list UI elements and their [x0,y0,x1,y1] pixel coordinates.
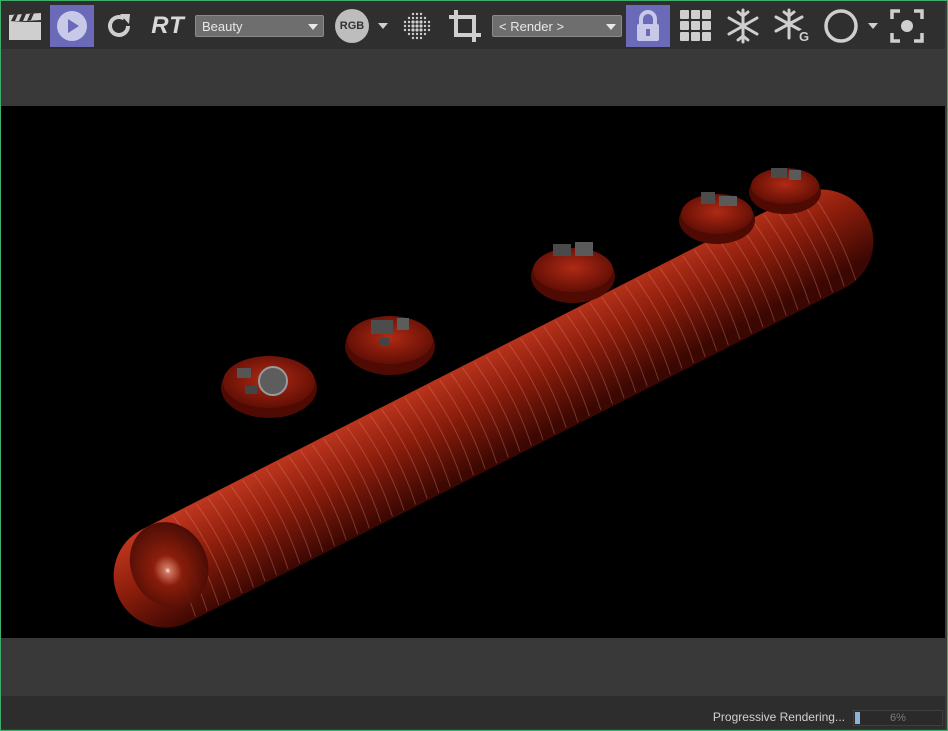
lock-icon[interactable] [626,5,670,47]
svg-text:G: G [799,29,809,44]
status-text: Progressive Rendering... [712,710,845,724]
pod-4 [679,192,755,244]
circle-icon[interactable] [821,5,861,47]
dot-grid-icon[interactable] [399,5,435,47]
pod-5 [749,168,821,214]
top-padding-band [1,49,945,106]
chevron-down-icon [378,23,388,29]
render-viewport[interactable] [1,106,945,638]
clapperboard-icon[interactable] [6,5,44,47]
chevron-down-icon [868,23,878,29]
render-progress-bar: 6% [853,710,943,726]
rgb-icon[interactable]: RGB [334,5,370,47]
refresh-icon[interactable] [101,5,137,47]
play-icon[interactable] [50,5,94,47]
render-dropdown-value: < Render > [499,19,565,34]
rendered-image [113,168,874,628]
snowflake-icon[interactable] [723,5,763,47]
channel-badge: RGB [335,9,369,43]
pod-3 [531,242,615,303]
pod-2 [345,316,435,375]
status-bar: Progressive Rendering... [1,696,945,729]
grid-icon[interactable] [676,5,716,47]
chevron-down-icon [308,24,318,30]
pass-dropdown-value: Beauty [202,19,243,34]
crop-icon[interactable] [445,5,485,47]
focus-icon[interactable] [887,5,927,47]
pass-dropdown[interactable]: Beauty [195,15,324,37]
snowflake-g-icon[interactable]: G [771,5,813,47]
chevron-down-icon [606,24,616,30]
render-dropdown[interactable]: < Render > [492,15,622,37]
rt-icon[interactable]: RT [147,5,189,47]
pod-1 [221,356,317,418]
rt-label: RT [151,12,185,39]
toolbar: RT Beauty RGB < Render > G [1,1,945,49]
progress-label: 6% [890,712,906,724]
bottom-padding-band [1,638,945,696]
circle-menu-caret[interactable] [865,5,881,47]
channel-menu-caret[interactable] [375,5,391,47]
